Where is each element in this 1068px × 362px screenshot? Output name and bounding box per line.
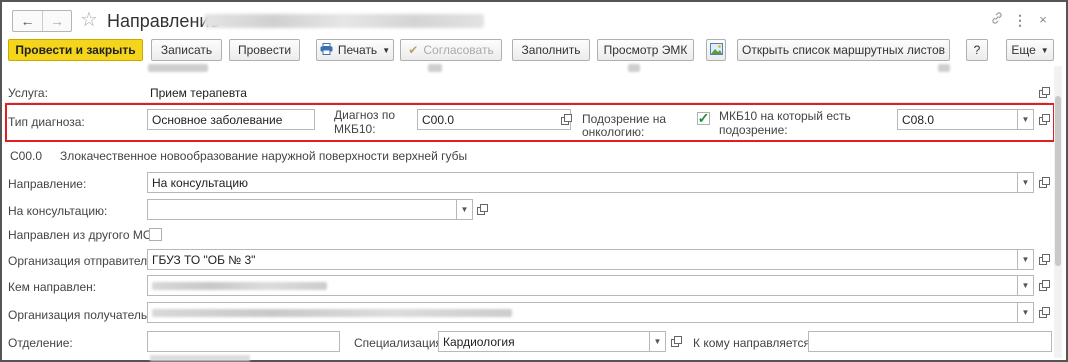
mkb10-field[interactable]: C00.0	[417, 109, 571, 130]
consultation-field[interactable]	[147, 199, 457, 220]
post-and-close-button[interactable]: Провести и закрыть	[8, 39, 143, 61]
chevron-down-icon: ▼	[382, 45, 391, 55]
open-form-icon[interactable]	[474, 201, 490, 217]
mkb10-suspicion-field[interactable]: C08.0	[897, 109, 1018, 130]
approve-button: ✔ Согласовать	[400, 39, 502, 61]
print-label: Печать	[337, 43, 378, 57]
direction-field[interactable]: На консультацию	[147, 172, 1018, 193]
open-form-icon[interactable]	[1036, 251, 1052, 267]
help-button[interactable]: ?	[966, 39, 988, 61]
document-window: ← → ☆ Направление ⋮ × Провести и закрыть…	[0, 0, 1068, 362]
close-icon[interactable]: ×	[1034, 10, 1052, 30]
open-form-icon[interactable]	[1036, 84, 1052, 100]
forward-arrow-icon[interactable]: →	[41, 11, 71, 31]
open-route-lists-button[interactable]: Открыть список маршрутных листов	[737, 39, 950, 61]
approve-icon: ✔	[408, 43, 419, 57]
chevron-down-icon: ▼	[1040, 45, 1049, 55]
dropdown-arrow-icon[interactable]: ▼	[1018, 249, 1034, 270]
command-bar: Провести и закрыть Записать Провести Печ…	[8, 39, 1060, 61]
mkb10-label-line1: Диагноз по	[334, 108, 396, 122]
picture-button[interactable]	[706, 39, 726, 61]
redacted-text	[152, 309, 512, 317]
from-other-mo-label: Направлен из другого МО:	[8, 228, 156, 242]
vertical-scrollbar[interactable]	[1054, 66, 1062, 358]
from-other-mo-checkbox[interactable]	[149, 228, 162, 241]
direction-label: Направление:	[8, 177, 87, 191]
sent-by-label: Кем направлен:	[8, 280, 97, 294]
open-form-icon[interactable]	[668, 333, 684, 349]
specialization-label: Специализация:	[354, 336, 446, 350]
service-field[interactable]: Прием терапевта	[146, 82, 1031, 103]
more-label: Еще	[1011, 43, 1036, 57]
dropdown-arrow-icon[interactable]: ▼	[1018, 302, 1034, 323]
more-button[interactable]: Еще ▼	[1006, 39, 1054, 61]
star-icon[interactable]: ☆	[80, 9, 98, 31]
diagnosis-description: Злокачественное новообразование наружной…	[60, 149, 468, 163]
sender-org-label: Организация отправитель:	[8, 254, 157, 268]
open-form-icon[interactable]	[1036, 174, 1052, 190]
mkb10-suspicion-label-line2: подозрение:	[719, 123, 788, 137]
nav-buttons: ← →	[12, 10, 72, 32]
oncology-label-line1: Подозрение на	[582, 112, 667, 126]
sender-org-field[interactable]: ГБУЗ ТО "ОБ № 3"	[147, 249, 1018, 270]
dropdown-arrow-icon[interactable]: ▼	[1018, 275, 1034, 296]
to-whom-label: К кому направляется:	[693, 336, 814, 350]
redacted-text	[152, 282, 327, 290]
link-icon[interactable]	[988, 10, 1006, 30]
title-redacted	[204, 14, 484, 28]
fill-button[interactable]: Заполнить	[512, 39, 590, 61]
oncology-label-line2: онкологию:	[582, 125, 645, 139]
consultation-label: На консультацию:	[8, 204, 108, 218]
scrolled-row-remnant	[8, 62, 1048, 74]
dropdown-arrow-icon[interactable]: ▼	[1018, 109, 1034, 130]
oncology-suspicion-checkbox[interactable]: ✓	[697, 110, 710, 126]
receiver-org-label: Организация получатель:	[8, 308, 151, 322]
to-whom-field[interactable]	[808, 331, 1052, 352]
approve-label: Согласовать	[423, 43, 494, 57]
picture-icon	[709, 42, 723, 58]
post-button[interactable]: Провести	[229, 39, 300, 61]
service-label: Услуга:	[8, 86, 48, 100]
title-bar: ← → ☆ Направление ⋮ ×	[8, 8, 1060, 34]
dropdown-arrow-icon[interactable]: ▼	[457, 199, 473, 220]
scrolled-row-remnant	[150, 355, 250, 361]
dropdown-arrow-icon[interactable]: ▼	[1018, 172, 1034, 193]
open-form-icon[interactable]	[1036, 304, 1052, 320]
dropdown-arrow-icon[interactable]: ▼	[650, 331, 666, 352]
save-button[interactable]: Записать	[151, 39, 222, 61]
back-arrow-icon[interactable]: ←	[13, 11, 42, 31]
checkmark-icon: ✓	[697, 110, 710, 126]
menu-dots-icon[interactable]: ⋮	[1011, 10, 1029, 30]
print-button[interactable]: Печать ▼	[316, 39, 394, 61]
scrollbar-thumb[interactable]	[1055, 96, 1061, 266]
mkb10-label-line2: МКБ10:	[334, 122, 376, 136]
specialization-field[interactable]: Кардиология	[438, 331, 650, 352]
diagnosis-type-label: Тип диагноза:	[8, 115, 85, 129]
open-form-icon[interactable]	[1036, 111, 1052, 127]
printer-icon	[320, 42, 333, 58]
window-title: Направление	[107, 11, 220, 31]
diagnosis-code: C00.0	[10, 149, 43, 163]
view-emk-button[interactable]: Просмотр ЭМК	[597, 39, 694, 61]
diagnosis-type-field[interactable]: Основное заболевание	[147, 109, 315, 130]
open-form-icon[interactable]	[558, 111, 574, 127]
department-field[interactable]	[147, 331, 340, 352]
open-form-icon[interactable]	[1036, 277, 1052, 293]
department-label: Отделение:	[8, 336, 73, 350]
mkb10-suspicion-label-line1: МКБ10 на который есть	[719, 109, 851, 123]
